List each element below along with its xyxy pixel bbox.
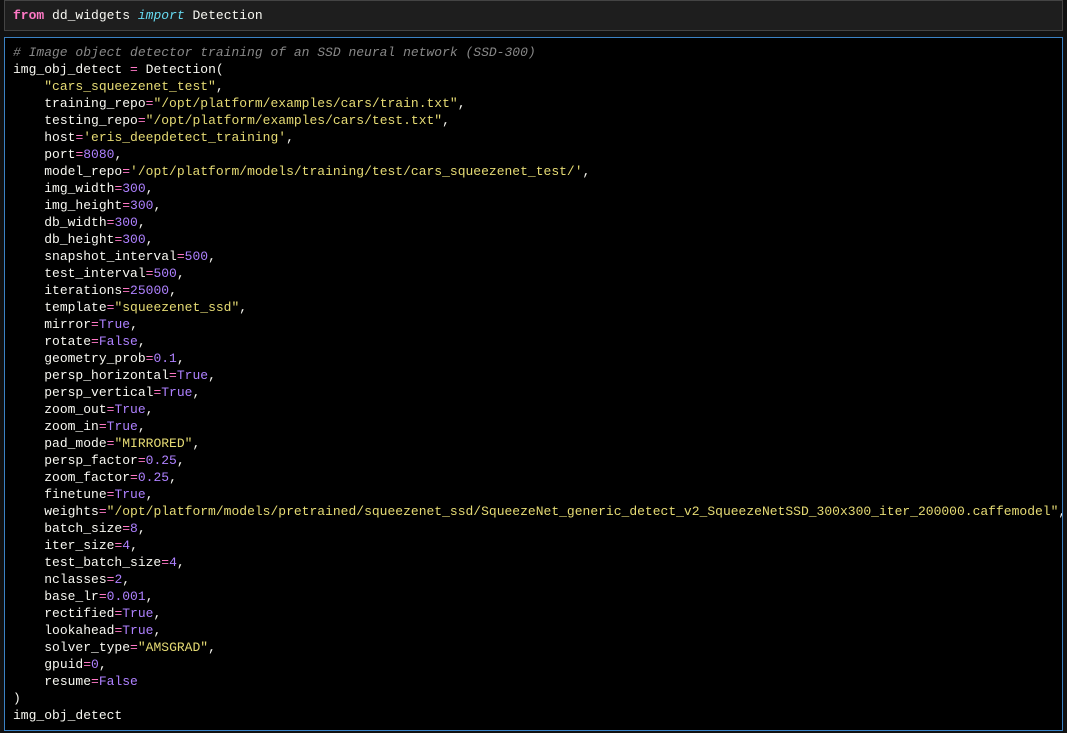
module-name: dd_widgets	[52, 8, 130, 23]
class-name: Detection	[192, 8, 262, 23]
code-comment: # Image object detector training of an S…	[13, 45, 536, 60]
keyword-import: import	[138, 8, 185, 23]
keyword-from: from	[13, 8, 44, 23]
code-cell-import[interactable]: from dd_widgets import Detection	[4, 0, 1063, 31]
code-cell-main[interactable]: # Image object detector training of an S…	[4, 37, 1063, 731]
